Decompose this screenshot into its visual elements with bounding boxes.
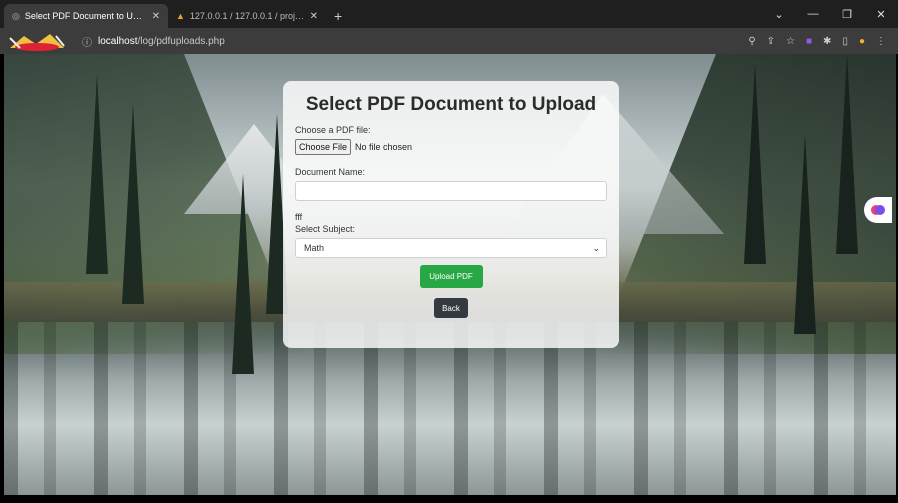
form-actions: Upload PDF Back [295, 265, 607, 318]
tab-inactive[interactable]: ▲ 127.0.0.1 / 127.0.0.1 / project / ✕ [168, 4, 326, 28]
chevron-down-icon: ⌄ [592, 242, 600, 253]
background-tree [232, 174, 254, 374]
document-name-input[interactable] [295, 181, 607, 201]
info-icon[interactable]: ⓘ [82, 34, 92, 49]
extension-icon[interactable]: ■ [806, 36, 812, 47]
restore-icon[interactable]: ❐ [830, 8, 864, 21]
upload-pdf-button[interactable]: Upload PDF [419, 265, 483, 288]
tab-title: 127.0.0.1 / 127.0.0.1 / project / [189, 11, 305, 21]
tab-close-icon[interactable]: ✕ [152, 11, 160, 22]
document-name-label: Document Name: [295, 167, 366, 177]
minimize-icon[interactable]: — [796, 8, 830, 20]
close-icon[interactable]: ✕ [864, 8, 898, 21]
back-button[interactable]: Back [434, 298, 468, 318]
choose-file-button[interactable]: Choose File [295, 139, 352, 155]
new-tab-button[interactable]: + [326, 8, 350, 28]
tab-active[interactable]: ◎ Select PDF Document to Upload ✕ [4, 4, 168, 28]
background-tree [836, 54, 858, 254]
puzzle-icon[interactable]: ✱ [823, 36, 831, 47]
file-status: No file chosen [355, 142, 413, 152]
background-tree [122, 104, 144, 304]
chevron-down-icon[interactable]: ⌄ [762, 8, 796, 21]
toolbar-icons: ⚲ ⇪ ☆ ■ ✱ ▯ ● ⋮ [748, 36, 898, 47]
bottom-border [0, 495, 898, 503]
address-bar: ⓘ localhost/log/pdfuploads.php ⚲ ⇪ ☆ ■ ✱… [0, 28, 898, 54]
tab-title: Select PDF Document to Upload [24, 11, 147, 21]
menu-icon[interactable]: ⋮ [876, 36, 886, 47]
background-tree [744, 64, 766, 264]
share-icon[interactable]: ⇪ [767, 36, 775, 47]
globe-icon: ◎ [12, 10, 20, 21]
file-input[interactable]: Choose File No file chosen [295, 139, 607, 155]
decorative-logo [0, 28, 74, 54]
tab-close-icon[interactable]: ✕ [310, 11, 318, 22]
subject-select[interactable]: Math ⌄ [295, 238, 607, 258]
page-title: Select PDF Document to Upload [305, 94, 597, 115]
background-tree [794, 134, 816, 334]
url-host: localhost [98, 35, 138, 47]
zoom-icon[interactable]: ⚲ [748, 36, 755, 47]
star-icon[interactable]: ☆ [786, 36, 795, 47]
background-tree [86, 74, 108, 274]
browser-tabbar: ◎ Select PDF Document to Upload ✕ ▲ 127.… [0, 0, 898, 28]
upload-form-card: Select PDF Document to Upload Choose a P… [283, 81, 619, 348]
subject-selected-value: Math [304, 243, 325, 253]
echo-text: fff [295, 212, 303, 222]
profile-avatar-icon[interactable]: ● [859, 36, 865, 47]
window-controls: ⌄ — ❐ ✕ [762, 0, 898, 28]
phpmyadmin-icon: ▲ [176, 11, 185, 21]
brain-extension-icon[interactable] [864, 197, 892, 223]
sidebar-icon[interactable]: ▯ [842, 36, 848, 47]
subject-label: Select Subject: [295, 224, 356, 234]
file-label: Choose a PDF file: [295, 125, 371, 135]
url-path: /log/pdfuploads.php [137, 35, 225, 47]
url-field[interactable]: ⓘ localhost/log/pdfuploads.php [74, 31, 748, 51]
